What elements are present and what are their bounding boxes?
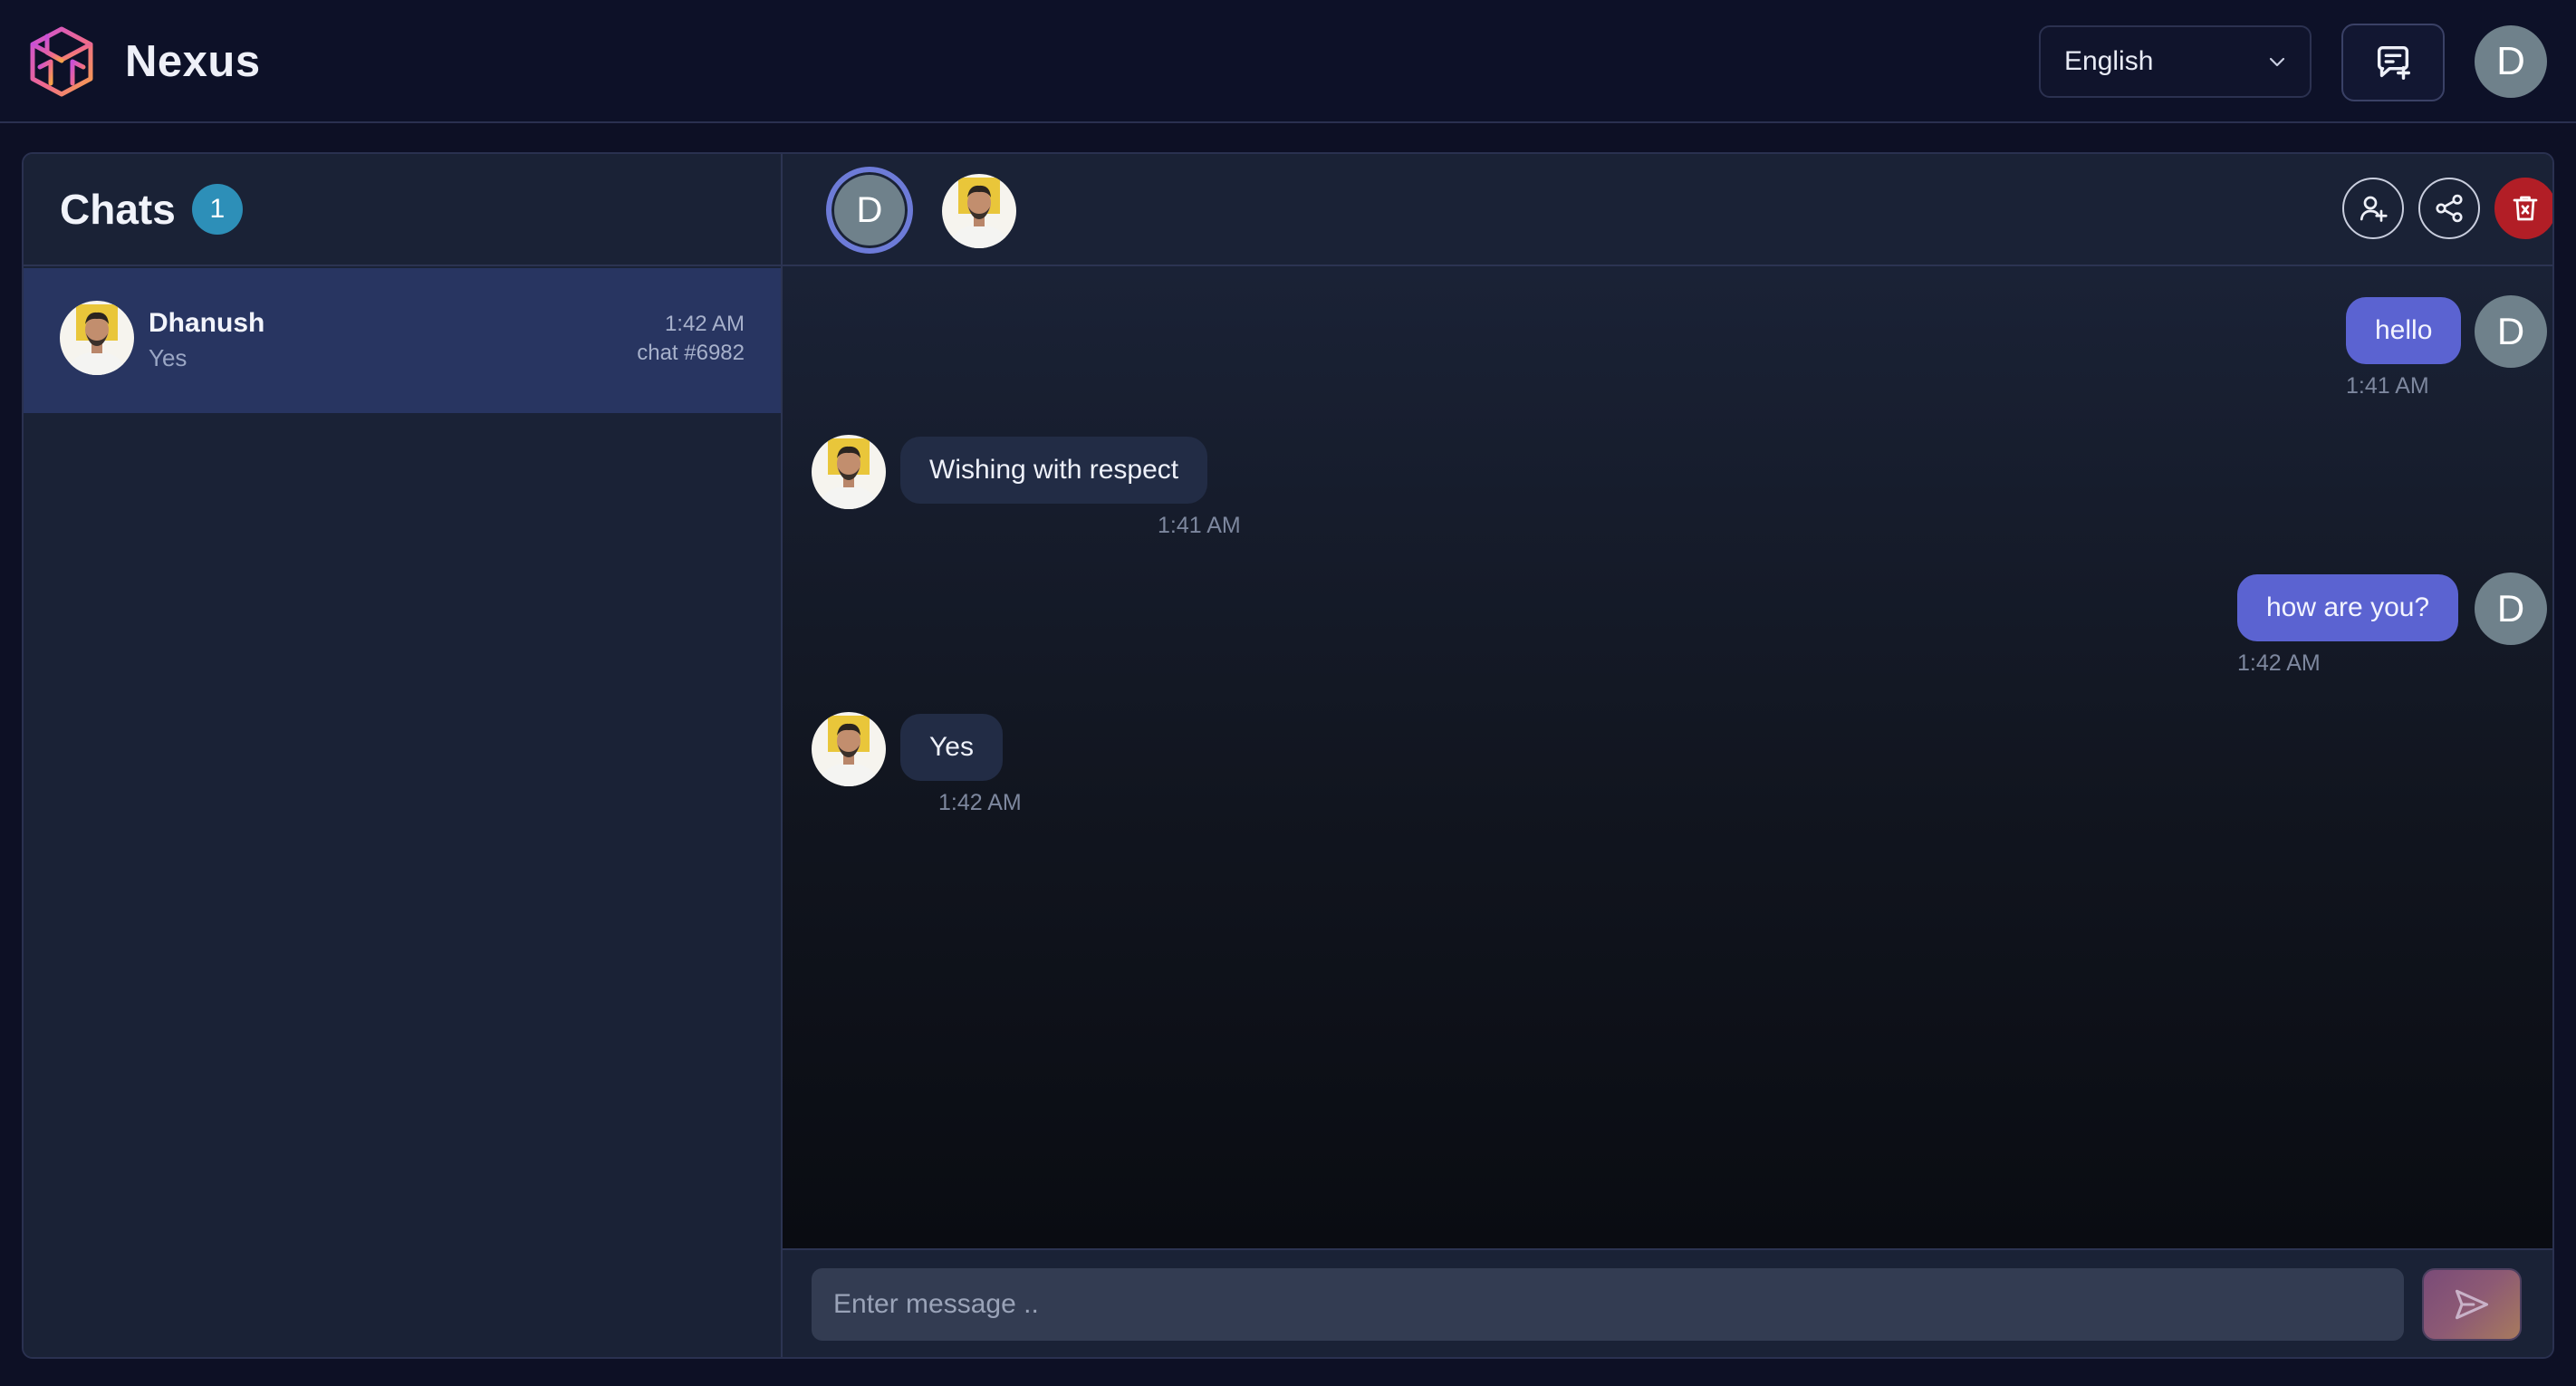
nexus-logo-icon — [30, 26, 93, 97]
sidebar-header: Chats 1 — [24, 154, 781, 266]
user-plus-icon — [2360, 196, 2388, 222]
add-user-button[interactable] — [2342, 178, 2404, 239]
chats-title: Chats — [60, 186, 176, 233]
chat-last-message: Yes — [149, 344, 187, 371]
message-plus-icon — [2377, 45, 2410, 80]
message-input[interactable] — [812, 1268, 2404, 1341]
share-button[interactable] — [2418, 178, 2480, 239]
message-bubble-outgoing: how are you? — [2237, 574, 2459, 641]
chat-count-badge: 1 — [191, 184, 243, 235]
conversation-header: D — [783, 154, 2552, 266]
message-bubble-incoming: Wishing with respect — [900, 437, 1208, 504]
chat-contact-name: Dhanush — [149, 308, 265, 338]
message-timestamp: 1:42 AM — [2237, 650, 2321, 676]
new-chat-button[interactable] — [2341, 24, 2445, 101]
user-avatar[interactable]: D — [2475, 25, 2547, 98]
message-composer — [783, 1248, 2552, 1357]
chat-list-item[interactable]: Dhanush Yes 1:42 AM chat #6982 — [24, 268, 781, 413]
language-value: English — [2064, 46, 2154, 76]
brand[interactable]: Nexus — [27, 22, 261, 101]
message-timestamp: 1:42 AM — [938, 790, 1022, 815]
conversation-area: D hello D 1:41 AM Wishing with respect 1… — [783, 154, 2552, 1357]
trash-icon — [2513, 196, 2538, 221]
chat-panel: Chats 1 Dhanush Yes 1:42 AM chat #6982 D… — [22, 152, 2554, 1359]
send-icon — [2455, 1289, 2489, 1320]
message-timestamp: 1:41 AM — [1158, 513, 1241, 538]
message-bubble-incoming: Yes — [900, 714, 1003, 781]
message-avatar-dhanush — [812, 712, 886, 786]
message-avatar-dhanush — [812, 435, 886, 509]
top-bar: Nexus English D — [0, 0, 2576, 123]
message-timestamp: 1:41 AM — [2346, 373, 2429, 399]
message-avatar-self: D — [2475, 573, 2547, 645]
contact-avatar — [60, 301, 134, 375]
delete-chat-button[interactable] — [2494, 178, 2552, 239]
chat-id: chat #6982 — [637, 341, 745, 365]
participant-avatar-self[interactable]: D — [826, 167, 913, 254]
send-button[interactable] — [2422, 1268, 2522, 1341]
language-select[interactable]: English — [2039, 25, 2312, 98]
message-avatar-self: D — [2475, 295, 2547, 368]
message-bubble-outgoing: hello — [2346, 297, 2462, 364]
share-icon — [2436, 194, 2463, 223]
chat-time: 1:42 AM — [664, 312, 745, 336]
chat-list-sidebar: Chats 1 Dhanush Yes 1:42 AM chat #6982 — [24, 154, 783, 1357]
chevron-down-icon — [2269, 57, 2285, 67]
participant-avatar-dhanush[interactable] — [942, 174, 1016, 248]
app-name: Nexus — [125, 37, 261, 86]
message-list: hello D 1:41 AM Wishing with respect 1:4… — [783, 266, 2552, 1248]
